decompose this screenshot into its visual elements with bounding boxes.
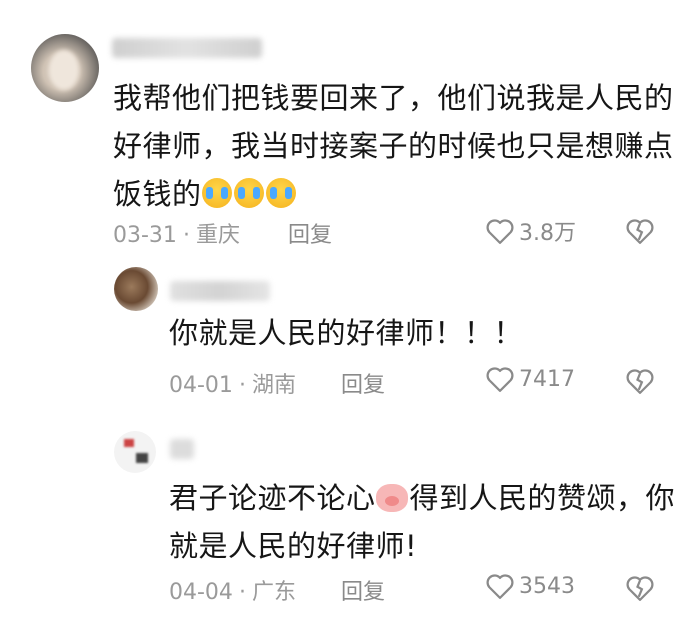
reply-button[interactable]: 回复	[288, 217, 332, 249]
comment-meta: 03-31 · 重庆	[113, 223, 240, 248]
broken-heart-icon[interactable]	[625, 367, 655, 395]
broken-heart-icon[interactable]	[625, 217, 655, 245]
avatar[interactable]	[114, 267, 158, 311]
avatar[interactable]	[31, 34, 99, 102]
heart-icon	[486, 367, 514, 392]
like-count: 3.8万	[519, 221, 576, 246]
comment-text: 君子论迹不论心 得到人民的赞颂，你 就是人民的好律师!	[169, 481, 676, 563]
comment-text: 我帮他们把钱要回来了，他们说我是人民的 好律师，我当时接案子的时候也只是想赚点 …	[113, 81, 674, 211]
avatar[interactable]	[114, 431, 156, 473]
comment-text: 你就是人民的好律师！！！	[169, 316, 524, 350]
username-blurred[interactable]	[170, 281, 270, 301]
broken-heart-icon[interactable]	[625, 574, 655, 602]
comment-meta: 04-01 · 湖南	[169, 373, 296, 398]
reply-button[interactable]: 回复	[341, 574, 385, 606]
crying-face-icon	[265, 178, 296, 208]
like-button[interactable]: 7417	[485, 365, 575, 393]
crying-face-icon	[233, 178, 264, 208]
like-button[interactable]: 3543	[485, 572, 575, 600]
like-button[interactable]: 3.8万	[485, 215, 576, 247]
like-count: 3543	[519, 573, 575, 599]
heart-icon	[486, 574, 514, 599]
like-count: 7417	[519, 366, 575, 392]
heart-icon	[486, 219, 514, 244]
crying-face-icon	[201, 178, 232, 208]
username-blurred[interactable]	[112, 38, 262, 58]
comment-meta: 04-04 · 广东	[169, 580, 296, 605]
username-blurred[interactable]	[170, 439, 194, 459]
reply-button[interactable]: 回复	[341, 367, 385, 399]
pig-face-icon	[375, 484, 408, 512]
